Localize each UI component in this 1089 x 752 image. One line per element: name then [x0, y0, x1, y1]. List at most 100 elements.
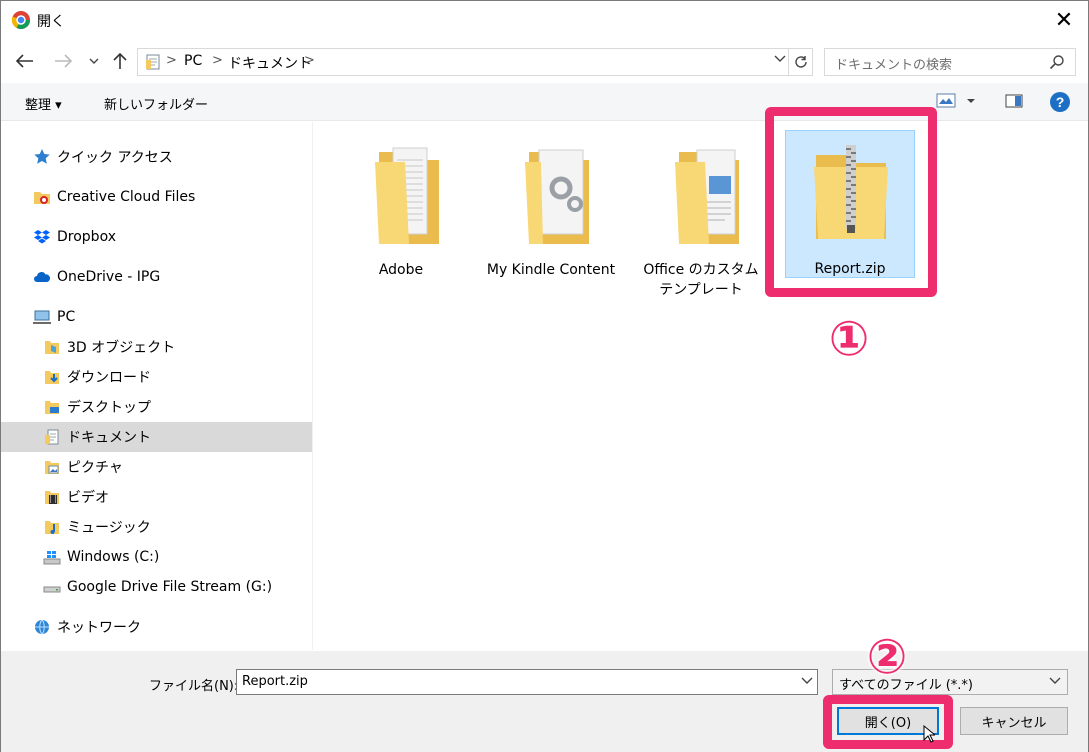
chevron-right-icon: >: [304, 53, 315, 68]
nav-item-3d-objects[interactable]: 3D オブジェクト: [1, 332, 312, 362]
nav-item-label: デスクトップ: [67, 400, 151, 416]
help-icon: ?: [1050, 92, 1070, 112]
windows-drive-icon: [43, 551, 61, 565]
chevron-down-icon: [89, 58, 99, 64]
close-icon: ✕: [1054, 7, 1074, 33]
nav-item-onedrive[interactable]: OneDrive - IPG: [1, 262, 312, 292]
nav-item-label: ネットワーク: [57, 620, 141, 636]
search-icon: [1049, 55, 1064, 70]
nav-item-label: Windows (C:): [67, 549, 160, 565]
file-list: Adobe My Kindle Content Office のカスタム テンプ: [314, 122, 1088, 650]
step-1-marker: ①: [828, 311, 870, 367]
search-placeholder: ドキュメントの検索: [835, 58, 953, 73]
chevron-down-icon: [1049, 674, 1061, 688]
folder-icon: [675, 149, 739, 244]
open-file-dialog: 開く ✕ > PC > ドキュメント > ドキュメントの検索 整理 ▾ 新しいフ…: [0, 0, 1089, 752]
nav-item-label: Creative Cloud Files: [57, 189, 196, 205]
nav-item-dropbox[interactable]: Dropbox: [1, 222, 312, 252]
file-name: Adobe: [378, 262, 424, 278]
desktop-icon: [45, 401, 59, 414]
nav-item-music[interactable]: ミュージック: [1, 512, 312, 542]
up-button[interactable]: [109, 49, 131, 73]
address-dropdown-icon[interactable]: [774, 52, 786, 67]
breadcrumb-documents[interactable]: ドキュメント: [228, 53, 312, 73]
file-item-adobe[interactable]: Adobe: [335, 142, 467, 280]
nav-item-label: ミュージック: [67, 520, 151, 536]
address-bar[interactable]: > PC > ドキュメント >: [137, 48, 813, 76]
nav-item-quick-access[interactable]: クイック アクセス: [1, 142, 312, 172]
nav-item-label: クイック アクセス: [57, 150, 173, 166]
nav-item-label: ドキュメント: [67, 430, 151, 446]
drive-icon: [43, 586, 61, 593]
view-icon: [936, 93, 975, 108]
nav-item-label: OneDrive - IPG: [57, 269, 161, 285]
documents-icon: [146, 54, 160, 70]
network-icon: [35, 619, 49, 635]
pictures-icon: [45, 461, 59, 474]
window-title: 開く: [37, 14, 65, 30]
title-bar: 開く ✕: [1, 1, 1088, 39]
nav-item-documents[interactable]: ドキュメント: [1, 422, 312, 452]
close-button[interactable]: ✕: [1040, 1, 1088, 39]
navigation-pane: クイック アクセス Creative Cloud Files Dropbox O…: [1, 122, 313, 650]
documents-icon: [45, 429, 59, 445]
nav-item-pictures[interactable]: ピクチャ: [1, 452, 312, 482]
back-button[interactable]: [13, 49, 37, 73]
preview-pane-icon: [1005, 94, 1023, 108]
step-2-marker: ②: [866, 629, 908, 685]
nav-item-creative-cloud[interactable]: Creative Cloud Files: [1, 182, 312, 212]
search-input[interactable]: ドキュメントの検索: [824, 48, 1076, 76]
filename-label: ファイル名(N):: [149, 679, 239, 694]
preview-pane-button[interactable]: [1004, 91, 1024, 115]
address-row: > PC > ドキュメント > ドキュメントの検索: [1, 41, 1088, 81]
pc-icon: [33, 310, 51, 324]
nav-item-label: Google Drive File Stream (G:): [67, 579, 273, 595]
file-name: Office のカスタム テンプレート: [643, 262, 759, 298]
new-folder-button[interactable]: 新しいフォルダー: [104, 94, 208, 113]
highlight-box-report-zip: [765, 107, 937, 297]
star-icon: [34, 149, 50, 164]
nav-item-label: ダウンロード: [67, 370, 151, 386]
file-item-my-kindle-content[interactable]: My Kindle Content: [485, 142, 617, 280]
chrome-icon: [11, 11, 31, 30]
nav-item-label: ビデオ: [67, 490, 109, 506]
arrow-right-icon: [55, 54, 72, 68]
refresh-button[interactable]: [788, 49, 812, 75]
file-item-office-templates[interactable]: Office のカスタム テンプレート: [635, 142, 767, 300]
forward-button[interactable]: [51, 49, 75, 73]
downloads-icon: [45, 371, 59, 384]
videos-icon: [45, 491, 59, 504]
nav-item-downloads[interactable]: ダウンロード: [1, 362, 312, 392]
cancel-button[interactable]: キャンセル: [960, 707, 1068, 735]
chevron-right-icon: >: [212, 53, 223, 68]
3d-objects-icon: [45, 341, 59, 354]
nav-item-videos[interactable]: ビデオ: [1, 482, 312, 512]
help-button[interactable]: ?: [1049, 91, 1071, 117]
filename-input[interactable]: Report.zip: [236, 669, 818, 695]
nav-item-desktop[interactable]: デスクトップ: [1, 392, 312, 422]
music-icon: [45, 521, 59, 534]
view-options-button[interactable]: [935, 91, 979, 115]
nav-item-label: PC: [57, 309, 76, 325]
nav-item-google-drive[interactable]: Google Drive File Stream (G:): [1, 572, 312, 602]
folder-icon: [375, 147, 439, 244]
recent-locations-button[interactable]: [85, 49, 103, 73]
chevron-down-icon[interactable]: [801, 674, 813, 688]
nav-item-pc[interactable]: PC: [1, 302, 312, 332]
mouse-cursor-icon: [923, 725, 935, 743]
nav-item-windows-c[interactable]: Windows (C:): [1, 542, 312, 572]
nav-item-label: ピクチャ: [67, 460, 123, 476]
onedrive-icon: [34, 272, 51, 282]
breadcrumb-pc[interactable]: PC: [184, 53, 202, 69]
chevron-right-icon: >: [166, 53, 177, 68]
nav-item-network[interactable]: ネットワーク: [1, 612, 312, 642]
creative-cloud-icon: [34, 192, 50, 204]
filename-value: Report.zip: [242, 674, 308, 689]
refresh-icon: [794, 56, 807, 68]
file-name: My Kindle Content: [486, 262, 616, 278]
arrow-up-icon: [113, 52, 127, 69]
dropbox-icon: [34, 230, 50, 244]
folder-settings-icon: [525, 149, 589, 244]
organize-button[interactable]: 整理 ▾: [25, 94, 62, 113]
nav-item-label: 3D オブジェクト: [67, 340, 176, 356]
